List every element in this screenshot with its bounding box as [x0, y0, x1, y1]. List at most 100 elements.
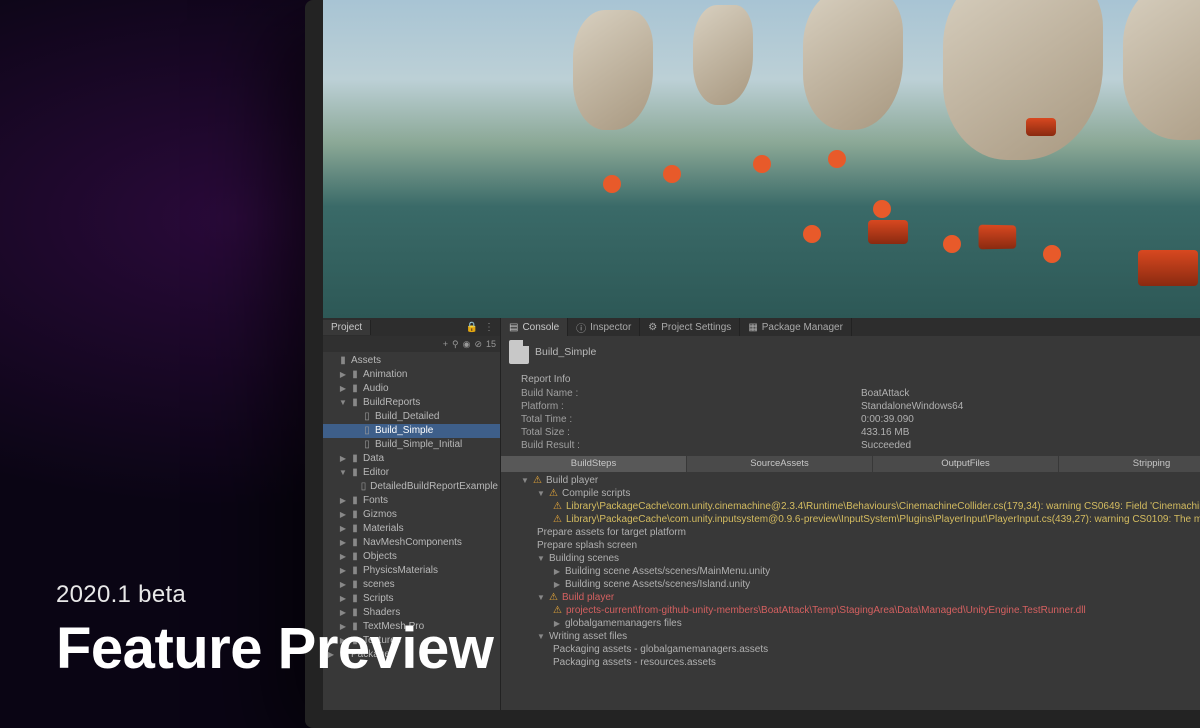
build-step-row[interactable]: ▼⚠Compile scripts — [501, 487, 1200, 500]
folder-item[interactable]: ▶▮Animation — [323, 368, 500, 382]
folder-icon: ▮ — [350, 398, 360, 408]
build-step-row[interactable]: ▼⚠Build player — [501, 474, 1200, 487]
expand-arrow-icon[interactable]: ▼ — [537, 489, 545, 498]
file-icon: ▯ — [360, 482, 367, 492]
file-item[interactable]: ▯Build_Simple — [323, 424, 500, 438]
info-value: 0:00:39.090 — [861, 414, 914, 425]
expand-arrow-icon[interactable]: ▶ — [553, 567, 561, 576]
expand-arrow-icon[interactable]: ▶ — [339, 368, 347, 382]
lock-icon[interactable]: 🔒 — [466, 322, 478, 333]
tree-item-label: Data — [363, 452, 384, 466]
step-text: Build player — [562, 592, 614, 603]
project-tab[interactable]: Project — [323, 320, 371, 335]
menu-icon[interactable]: ⋮ — [484, 322, 494, 333]
expand-arrow-icon[interactable]: ▼ — [537, 554, 545, 563]
build-step-row[interactable]: ▼Building scenes — [501, 552, 1200, 565]
inspector-tab[interactable]: ▦Package Manager — [740, 318, 852, 336]
build-step-row[interactable]: ⚠Library\PackageCache\com.unity.cinemach… — [501, 500, 1200, 513]
warning-icon: ⚠ — [549, 488, 558, 499]
tree-item-label: Fonts — [363, 494, 388, 508]
file-title: Build_Simple — [535, 346, 596, 358]
expand-arrow-icon[interactable]: ▼ — [537, 632, 545, 641]
filter-icon[interactable]: ◉ — [463, 339, 471, 350]
tree-item-label: Assets — [351, 354, 381, 368]
result-count: 15 — [486, 339, 496, 349]
folder-item[interactable]: ▶▮Gizmos — [323, 508, 500, 522]
info-row: Platform :StandaloneWindows64 — [501, 400, 1200, 413]
tab-label: Package Manager — [762, 322, 843, 333]
folder-item[interactable]: ▼▮Editor — [323, 466, 500, 480]
expand-arrow-icon[interactable]: ▶ — [339, 494, 347, 508]
expand-arrow-icon[interactable]: ▼ — [521, 476, 529, 485]
expand-arrow-icon[interactable]: ▶ — [339, 564, 347, 578]
expand-arrow-icon[interactable]: ▼ — [339, 396, 347, 410]
project-tab-bar: Project 🔒 ⋮ — [323, 318, 500, 336]
expand-arrow-icon[interactable]: ▶ — [553, 580, 561, 589]
folder-item[interactable]: ▶▮Data — [323, 452, 500, 466]
tab-icon: ▤ — [509, 322, 518, 333]
build-step-row[interactable]: Packaging assets - globalgamemanagers.as… — [501, 643, 1200, 656]
build-step-row[interactable]: ⚠projects-current\from-github-unity-memb… — [501, 604, 1200, 617]
inspector-tab[interactable]: ▤Console — [501, 318, 568, 336]
folder-item[interactable]: ▶▮Fonts — [323, 494, 500, 508]
build-step-row[interactable]: ▼Writing asset files — [501, 630, 1200, 643]
expand-arrow-icon[interactable]: ▶ — [339, 522, 347, 536]
expand-arrow-icon[interactable]: ▶ — [339, 382, 347, 396]
folder-item[interactable]: ▼▮BuildReports — [323, 396, 500, 410]
folder-item[interactable]: ▮Assets — [323, 354, 500, 368]
folder-icon: ▮ — [350, 384, 360, 394]
search-icon[interactable]: ⚲ — [452, 339, 459, 350]
build-step-row[interactable]: ▶Building scene Assets/scenes/Island.uni… — [501, 578, 1200, 591]
game-view — [323, 0, 1200, 318]
folder-item[interactable]: ▶▮Audio — [323, 382, 500, 396]
inspector-tab[interactable]: ⓘInspector — [568, 318, 640, 336]
build-steps[interactable]: ▼⚠Build player▼⚠Compile scripts⚠Library\… — [501, 472, 1200, 669]
build-step-row[interactable]: Packaging assets - resources.assets — [501, 656, 1200, 669]
file-item[interactable]: ▯Build_Simple_Initial — [323, 438, 500, 452]
tree-item-label: Materials — [363, 522, 404, 536]
expand-arrow-icon[interactable]: ▶ — [339, 452, 347, 466]
report-subtab[interactable]: BuildSteps — [501, 456, 687, 472]
folder-item[interactable]: ▶▮Materials — [323, 522, 500, 536]
info-label: Build Name : — [521, 388, 861, 399]
build-step-row[interactable]: ▶ Building scene Assets/scenes/MainMenu.u… — [501, 565, 1200, 578]
step-text: Building scene Assets/scenes/MainMenu.un… — [565, 566, 770, 577]
report-info: Build Name :BoatAttackPlatform :Standalo… — [501, 387, 1200, 452]
folder-icon: ▮ — [350, 566, 360, 576]
file-item[interactable]: ▯DetailedBuildReportExample — [323, 480, 500, 494]
build-step-row[interactable]: ⚠Library\PackageCache\com.unity.inputsys… — [501, 513, 1200, 526]
expand-arrow-icon[interactable]: ▼ — [537, 593, 545, 602]
step-text: Library\PackageCache\com.unity.cinemachi… — [566, 501, 1200, 512]
promo-subtitle: 2020.1 beta — [56, 581, 493, 609]
build-step-row[interactable]: Prepare splash screen — [501, 539, 1200, 552]
build-step-row[interactable]: Prepare assets for target platform — [501, 526, 1200, 539]
expand-arrow-icon[interactable]: ▶ — [339, 550, 347, 564]
warning-icon: ⚠ — [549, 592, 558, 603]
folder-item[interactable]: ▶▮NavMeshComponents — [323, 536, 500, 550]
file-item[interactable]: ▯Build_Detailed — [323, 410, 500, 424]
folder-icon: ▮ — [350, 370, 360, 380]
expand-arrow-icon[interactable]: ▶ — [339, 536, 347, 550]
step-text: Library\PackageCache\com.unity.inputsyst… — [566, 514, 1200, 525]
step-text: Packaging assets - globalgamemanagers.as… — [553, 644, 768, 655]
inspector-tab[interactable]: ⚙Project Settings — [640, 318, 740, 336]
report-subtabs: BuildStepsSourceAssetsOutputFilesStrippi… — [501, 456, 1200, 472]
report-subtab[interactable]: Stripping — [1059, 456, 1200, 472]
expand-arrow-icon[interactable]: ▶ — [553, 619, 561, 628]
expand-arrow-icon[interactable]: ▼ — [339, 466, 347, 480]
info-label: Total Time : — [521, 414, 861, 425]
folder-item[interactable]: ▶▮Objects — [323, 550, 500, 564]
folder-item[interactable]: ▶▮PhysicsMaterials — [323, 564, 500, 578]
hidden-count: ⊘ — [474, 339, 482, 350]
tree-item-label: Build_Detailed — [375, 410, 440, 424]
tab-label: Inspector — [590, 322, 631, 333]
build-step-row[interactable]: ▼ ⚠ Build player — [501, 591, 1200, 604]
expand-arrow-icon[interactable]: ▶ — [339, 508, 347, 522]
add-icon[interactable]: + — [443, 339, 448, 349]
report-subtab[interactable]: OutputFiles — [873, 456, 1059, 472]
tab-icon: ⚙ — [648, 322, 657, 333]
project-toolbar: + ⚲ ◉ ⊘ 15 — [323, 336, 500, 352]
folder-icon: ▮ — [338, 356, 348, 366]
report-subtab[interactable]: SourceAssets — [687, 456, 873, 472]
build-step-row[interactable]: ▶globalgamemanagers files — [501, 617, 1200, 630]
